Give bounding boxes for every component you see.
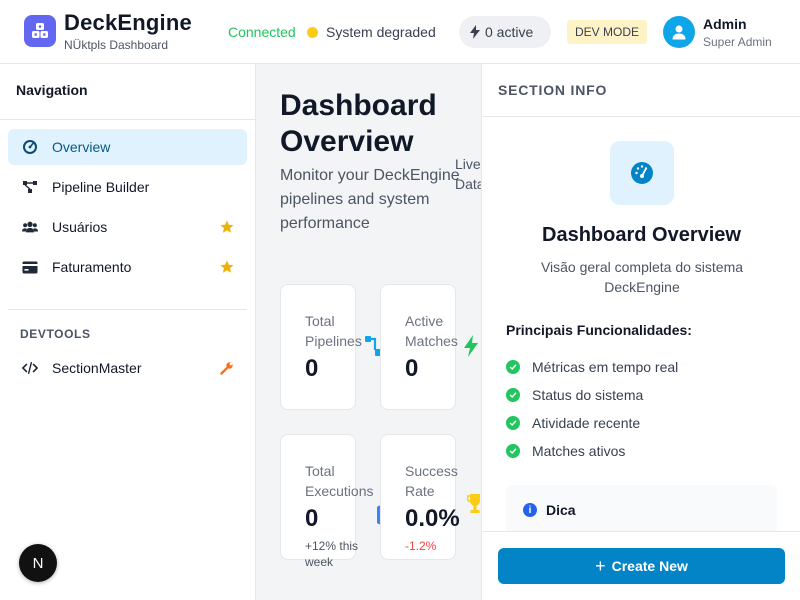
brand-logo-icon[interactable] <box>24 15 56 47</box>
sidebar-item-label: Faturamento <box>52 259 132 275</box>
user-icon <box>672 25 686 40</box>
sidebar-item-label: SectionMaster <box>52 360 142 376</box>
check-circle-icon <box>506 360 520 374</box>
credit-card-icon <box>22 259 38 275</box>
bolt-icon <box>470 25 480 39</box>
check-circle-icon <box>506 388 520 402</box>
sidebar-item-label: Pipeline Builder <box>52 179 150 195</box>
feature-item: Status do sistema <box>506 385 643 405</box>
flow-icon <box>22 179 38 195</box>
divider <box>0 119 256 120</box>
sidebar: Navigation Overview Pipeline Builder Usu… <box>0 64 256 600</box>
users-icon <box>22 219 38 235</box>
user-avatar[interactable] <box>663 16 695 48</box>
divider <box>8 309 247 310</box>
sidebar-item-label: Overview <box>52 139 111 155</box>
code-icon <box>22 360 38 376</box>
page-title: Dashboard Overview <box>280 89 437 158</box>
wrench-icon <box>220 361 234 380</box>
top-header: DeckEngine NÜktpls Dashboard Connected S… <box>0 0 800 64</box>
panel-footer: + Create New <box>482 531 800 600</box>
info-icon: i <box>523 503 537 517</box>
live-data-indicator: Live Data <box>455 154 481 194</box>
active-count-badge[interactable]: 0 active <box>459 16 551 48</box>
star-icon <box>220 220 234 239</box>
stat-trend: -1.2% <box>405 539 437 553</box>
section-icon-tile <box>610 141 674 205</box>
gauge-icon <box>22 139 38 155</box>
stat-label: Success Rate <box>405 463 458 499</box>
star-icon <box>220 260 234 279</box>
brand-subtitle: NÜktpls Dashboard <box>64 38 169 52</box>
sidebar-item-pipeline-builder[interactable]: Pipeline Builder <box>8 169 247 205</box>
sidebar-item-faturamento[interactable]: Faturamento <box>8 249 247 285</box>
nav-title: Navigation <box>16 82 88 98</box>
connection-status: Connected <box>228 24 296 40</box>
create-new-button[interactable]: + Create New <box>498 548 785 584</box>
features-title: Principais Funcionalidades: <box>506 322 692 338</box>
stat-value: 0.0% <box>405 505 460 532</box>
next-dev-button[interactable]: N <box>19 544 57 582</box>
stat-value: 0 <box>305 505 319 532</box>
feature-item: Métricas em tempo real <box>506 357 678 377</box>
panel-description: Visão geral completa do sistema DeckEngi… <box>540 259 744 295</box>
stat-card-success-rate[interactable]: Success Rate 0.0% -1.2% <box>380 434 480 560</box>
user-name[interactable]: Admin <box>703 16 747 32</box>
check-circle-icon <box>506 416 520 430</box>
data-label: Data <box>455 176 481 192</box>
stat-label: Total Pipelines <box>305 313 362 349</box>
panel-header: SECTION INFO <box>498 82 608 98</box>
plus-icon: + <box>595 556 606 576</box>
brand-title: DeckEngine <box>64 10 192 35</box>
stat-trend: +12% this week <box>305 539 359 569</box>
trophy-icon <box>466 493 481 520</box>
stat-card-active-matches[interactable]: Active Matches 0 <box>380 284 478 410</box>
user-role: Super Admin <box>703 35 772 49</box>
status-dot-icon <box>307 27 318 38</box>
stat-label: Total Executions <box>305 463 374 499</box>
stat-value: 0 <box>305 355 319 382</box>
live-label: Live <box>455 156 481 172</box>
tip-title: Dica <box>546 502 576 518</box>
dev-mode-badge: DEV MODE <box>567 20 648 44</box>
feature-item: Atividade recente <box>506 413 640 433</box>
panel-title: Dashboard Overview <box>542 224 741 246</box>
sidebar-item-sectionmaster[interactable]: SectionMaster <box>8 350 247 386</box>
stat-label: Active Matches <box>405 313 458 349</box>
stat-card-total-pipelines[interactable]: Total Pipelines 0 <box>280 284 381 410</box>
system-status: System degraded <box>326 24 436 40</box>
sidebar-item-label: Usuários <box>52 219 108 235</box>
bolt-icon <box>463 335 479 362</box>
active-count-label: 0 active <box>485 24 534 40</box>
devtools-section-title: DEVTOOLS <box>20 327 91 341</box>
page-description: Monitor your DeckEngine pipelines and sy… <box>280 167 460 232</box>
divider <box>482 116 800 117</box>
section-info-panel: SECTION INFO Dashboard Overview Visão ge… <box>481 64 800 600</box>
sidebar-item-usuarios[interactable]: Usuários <box>8 209 247 245</box>
feature-item: Matches ativos <box>506 441 625 461</box>
main-content: Dashboard Overview Monitor your DeckEngi… <box>256 64 481 600</box>
check-circle-icon <box>506 444 520 458</box>
stat-value: 0 <box>405 355 419 382</box>
create-new-label: Create New <box>611 558 688 574</box>
gauge-icon <box>631 162 653 184</box>
sidebar-item-overview[interactable]: Overview <box>8 129 247 165</box>
stat-card-total-executions[interactable]: Total Executions 0 +12% this week <box>280 434 383 569</box>
